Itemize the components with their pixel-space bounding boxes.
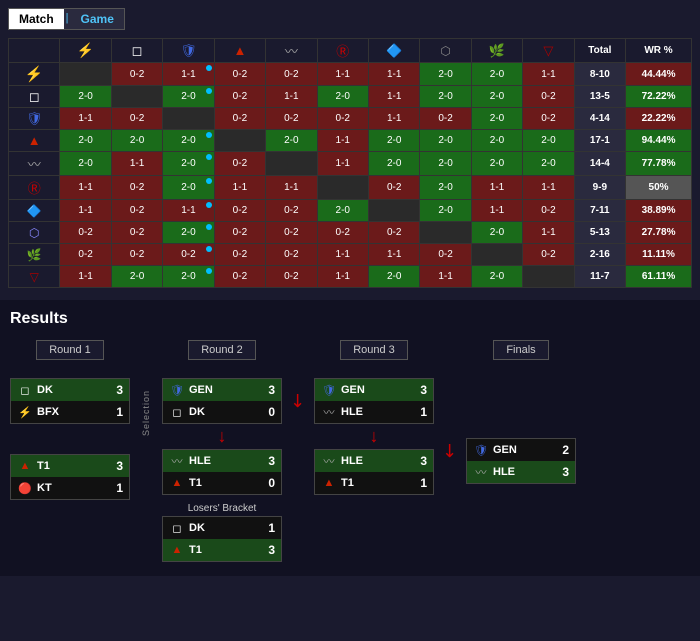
table-row: 🌿 0-2 0-2 0-2 0-2 0-2 1-1 1-1 0-2 0-2 2-… xyxy=(9,244,692,266)
gen-icon: 🛡 xyxy=(473,442,489,458)
bfx-icon: ⚡ xyxy=(17,404,33,420)
col-header-gen: 🛡 xyxy=(163,39,214,63)
match-team: 〰 HLE 3 xyxy=(467,461,575,483)
hle-icon: 〰 xyxy=(169,453,185,469)
losers-bracket-label: Losers' Bracket xyxy=(162,503,282,514)
table-row: ⬡ 0-2 0-2 2-0 0-2 0-2 0-2 0-2 2-0 1-1 5-… xyxy=(9,222,692,244)
col-header-dk: ◻ xyxy=(111,39,162,63)
r3-match2: 〰 HLE 3 ▲ T1 1 xyxy=(314,449,434,495)
table-row: 🛡 1-1 0-2 0-2 0-2 0-2 1-1 0-2 2-0 0-2 4-… xyxy=(9,108,692,130)
hle-icon: 〰 xyxy=(473,464,489,480)
hle-icon: 〰 xyxy=(321,453,337,469)
hle-icon: 〰 xyxy=(321,404,337,420)
match-team: ◻ DK 1 xyxy=(163,517,281,539)
col-header-bfx: ⚡ xyxy=(60,39,111,63)
match-team: ⚡ BFX 1 xyxy=(11,401,129,423)
col-header-drx: ⬡ xyxy=(420,39,471,63)
r2-losers-match: ◻ DK 1 ▲ T1 3 xyxy=(162,516,282,562)
round2-label: Round 2 xyxy=(188,340,256,360)
match-table: ⚡ ◻ 🛡 ▲ 〰 Ⓡ xyxy=(8,38,692,288)
t1-icon: ▲ xyxy=(321,475,337,491)
col-header-t1: ▲ xyxy=(214,39,265,63)
finals-label: Finals xyxy=(493,340,548,360)
arrow-right-2: ↘ xyxy=(437,438,463,464)
col-header-total: Total xyxy=(574,39,625,63)
tab-match[interactable]: Match xyxy=(9,9,64,29)
tab-game[interactable]: Game xyxy=(71,9,124,29)
results-title: Results xyxy=(10,310,690,328)
col-header-kt: 🔷 xyxy=(368,39,419,63)
arrow-right-1: ↘ xyxy=(285,388,311,414)
kt-icon: 🔴 xyxy=(17,480,33,496)
col-header-ns: ▽ xyxy=(523,39,574,63)
tab-bar: Match | Game xyxy=(8,8,125,30)
round1-label: Round 1 xyxy=(36,340,104,360)
results-section: Results Round 1 ◻ DK 3 ⚡ BFX 1 xyxy=(0,300,700,576)
r2-match1: 🛡 GEN 3 ◻ DK 0 xyxy=(162,378,282,424)
col-header-r: Ⓡ xyxy=(317,39,368,63)
match-team: 🔴 KT 1 xyxy=(11,477,129,499)
match-table-container: ⚡ ◻ 🛡 ▲ 〰 Ⓡ xyxy=(8,38,692,288)
match-team: 〰 HLE 3 xyxy=(315,450,433,472)
dk-icon: ◻ xyxy=(169,520,185,536)
match-team: ▲ T1 0 xyxy=(163,472,281,494)
table-row: ▽ 1-1 2-0 2-0 0-2 0-2 1-1 2-0 1-1 2-0 11… xyxy=(9,266,692,288)
match-team: 🛡 GEN 2 xyxy=(467,439,575,461)
match-team: ◻ DK 3 xyxy=(11,379,129,401)
finals-match: 🛡 GEN 2 〰 HLE 3 xyxy=(466,438,576,484)
table-row: ▲ 2-0 2-0 2-0 2-0 1-1 2-0 2-0 2-0 2-0 17… xyxy=(9,130,692,152)
col-header-af: 🌿 xyxy=(471,39,522,63)
match-team: 🛡 GEN 3 xyxy=(163,379,281,401)
col-header-wr: WR % xyxy=(626,39,692,63)
match-team: 🛡 GEN 3 xyxy=(315,379,433,401)
t1-icon: ▲ xyxy=(169,542,185,558)
table-row: 🔷 1-1 0-2 1-1 0-2 0-2 2-0 2-0 1-1 0-2 7-… xyxy=(9,200,692,222)
table-row: 〰 2-0 1-1 2-0 0-2 1-1 2-0 2-0 2-0 2-0 14… xyxy=(9,152,692,176)
t1-icon: ▲ xyxy=(17,458,33,474)
match-team: ▲ T1 1 xyxy=(315,472,433,494)
top-section: Match | Game ⚡ ◻ 🛡 ▲ xyxy=(0,0,700,296)
r1-match2: ▲ T1 3 🔴 KT 1 xyxy=(10,454,130,500)
match-team: 〰 HLE 1 xyxy=(315,401,433,423)
r2-match2: 〰 HLE 3 ▲ T1 0 xyxy=(162,449,282,495)
dk-icon: ◻ xyxy=(17,382,33,398)
match-team: ▲ T1 3 xyxy=(163,539,281,561)
round3-label: Round 3 xyxy=(340,340,408,360)
selection-label: Selection xyxy=(141,390,151,436)
table-row: ⚡ 0-2 1-1 0-2 0-2 1-1 1-1 2-0 2-0 1-1 8-… xyxy=(9,63,692,86)
table-row: ◻ 2-0 2-0 0-2 1-1 2-0 1-1 2-0 2-0 0-2 13… xyxy=(9,86,692,108)
gen-icon: 🛡 xyxy=(321,382,337,398)
arrow-down-2: ↓ xyxy=(314,426,434,447)
arrow-down-1: ↓ xyxy=(162,426,282,447)
col-header-team xyxy=(9,39,60,63)
match-team: ▲ T1 3 xyxy=(11,455,129,477)
tab-divider: | xyxy=(64,9,71,29)
t1-icon: ▲ xyxy=(169,475,185,491)
col-header-hle: 〰 xyxy=(266,39,317,63)
table-row: Ⓡ 1-1 0-2 2-0 1-1 1-1 0-2 2-0 1-1 1-1 9-… xyxy=(9,176,692,200)
dk-icon: ◻ xyxy=(169,404,185,420)
r3-match1: 🛡 GEN 3 〰 HLE 1 xyxy=(314,378,434,424)
match-team: 〰 HLE 3 xyxy=(163,450,281,472)
match-team: ◻ DK 0 xyxy=(163,401,281,423)
r1-match1: ◻ DK 3 ⚡ BFX 1 xyxy=(10,378,130,424)
gen-icon: 🛡 xyxy=(169,382,185,398)
